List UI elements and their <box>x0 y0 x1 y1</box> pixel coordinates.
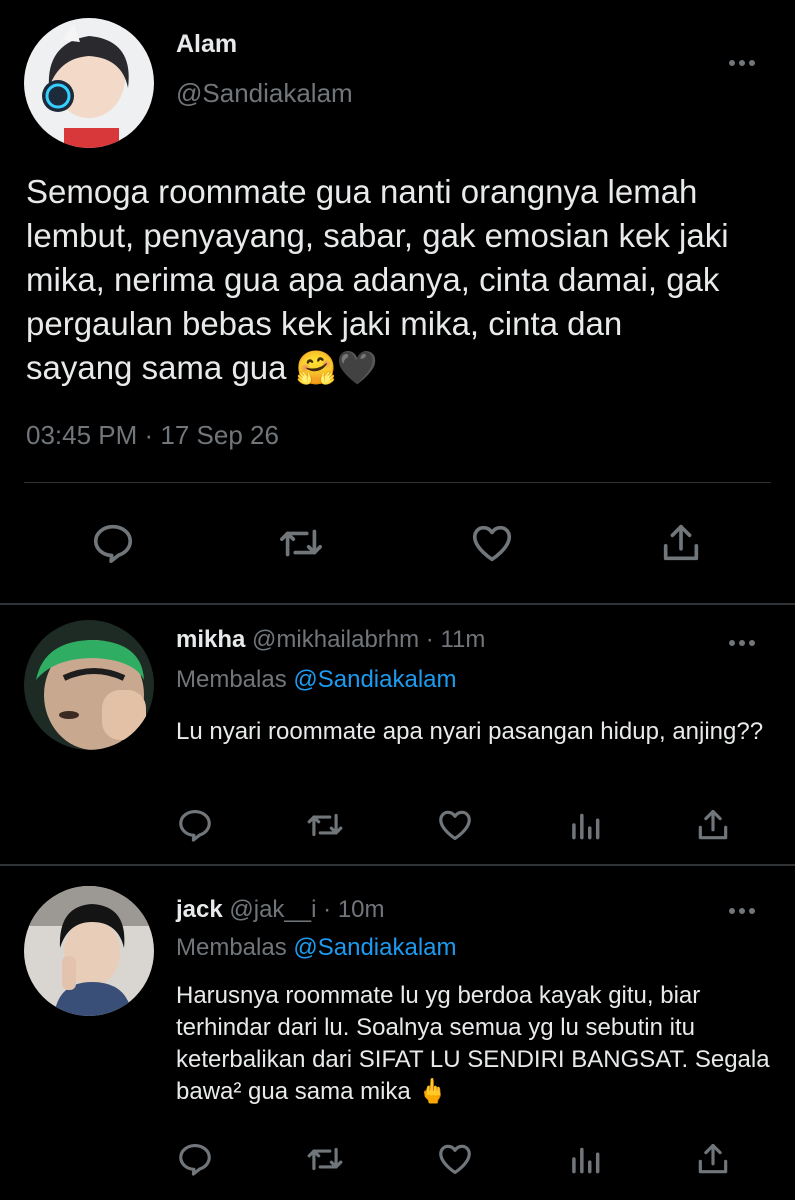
reply-time[interactable]: 10m <box>338 896 385 923</box>
avatar[interactable] <box>24 620 154 750</box>
share-icon[interactable] <box>658 520 704 566</box>
reply-tweet[interactable]: jack @jak__i · 10m Membalas @Sandiakalam… <box>0 866 795 1200</box>
author-handle[interactable]: @Sandiakalam <box>176 78 353 109</box>
tweet-actions <box>0 520 795 568</box>
analytics-icon[interactable] <box>566 1140 604 1178</box>
reply-author-name[interactable]: jack <box>176 896 223 923</box>
replying-to: Membalas @Sandiakalam <box>176 934 457 962</box>
tweet-timestamp[interactable]: 03:45 PM · 17 Sep 26 <box>26 420 279 451</box>
reply-actions <box>0 1140 795 1180</box>
reply-text: Lu nyari roommate apa nyari pasangan hid… <box>176 718 764 745</box>
analytics-icon[interactable] <box>566 806 604 844</box>
replying-to: Membalas @Sandiakalam <box>176 666 457 694</box>
separator: · <box>323 896 332 923</box>
reply-text: Harusnya roommate lu yg berdoa kayak git… <box>176 982 770 1105</box>
reply-icon[interactable] <box>90 520 136 566</box>
reply-author-name[interactable]: mikha <box>176 626 245 653</box>
share-icon[interactable] <box>694 806 732 844</box>
more-options-icon[interactable] <box>726 56 758 70</box>
separator: · <box>425 626 434 653</box>
reply-author-handle[interactable]: @mikhailabrhm <box>252 626 419 653</box>
reply-tweet[interactable]: mikha @mikhailabrhm · 11m Membalas @Sand… <box>0 606 795 864</box>
mention-link[interactable]: @Sandiakalam <box>293 934 456 961</box>
reply-author-handle[interactable]: @jak__i <box>229 896 316 923</box>
reply-header: jack @jak__i · 10m <box>176 896 385 924</box>
more-options-icon[interactable] <box>726 636 758 650</box>
reply-header: mikha @mikhailabrhm · 11m <box>176 626 485 654</box>
reply-icon[interactable] <box>176 806 214 844</box>
reply-actions <box>0 806 795 846</box>
divider <box>24 482 771 483</box>
divider <box>0 603 795 605</box>
like-icon[interactable] <box>468 520 516 566</box>
more-options-icon[interactable] <box>726 904 758 918</box>
avatar[interactable] <box>24 886 154 1016</box>
retweet-icon[interactable] <box>276 520 326 566</box>
replying-prefix: Membalas <box>176 666 294 693</box>
retweet-icon[interactable] <box>304 1140 346 1178</box>
avatar[interactable] <box>24 18 154 148</box>
retweet-icon[interactable] <box>304 806 346 844</box>
reply-time[interactable]: 11m <box>440 626 485 653</box>
mention-link[interactable]: @Sandiakalam <box>293 666 456 693</box>
reply-icon[interactable] <box>176 1140 214 1178</box>
like-icon[interactable] <box>436 1140 474 1178</box>
share-icon[interactable] <box>694 1140 732 1178</box>
author-name[interactable]: Alam <box>176 30 237 59</box>
main-tweet: Alam @Sandiakalam Semoga roommate gua na… <box>0 0 795 604</box>
replying-prefix: Membalas <box>176 934 294 961</box>
tweet-text: Semoga roommate gua nanti orangnya lemah… <box>26 173 729 386</box>
like-icon[interactable] <box>436 806 474 844</box>
